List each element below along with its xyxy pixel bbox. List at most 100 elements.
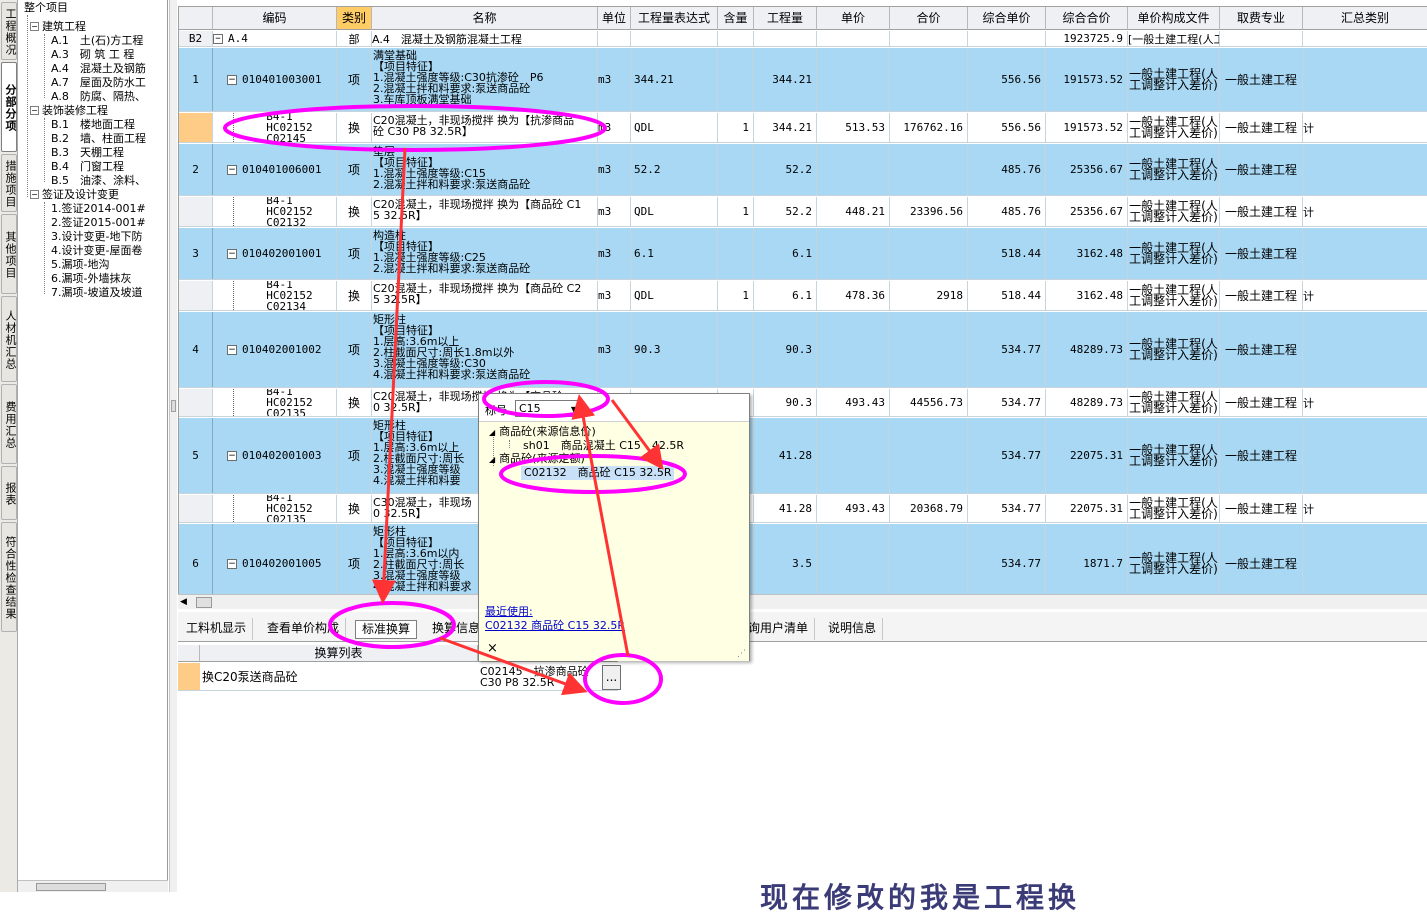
row-header[interactable]: 6 <box>179 524 213 594</box>
file-cell[interactable]: 一般土建工程(人工调整计入差价) <box>1128 113 1220 142</box>
column-header[interactable]: 汇总类别 <box>1303 7 1427 30</box>
table-row[interactable]: 3−010402001001 项构造柱 【项目特征】 1.混凝土强度等级:C25 … <box>179 228 1427 280</box>
content-cell[interactable]: 1 <box>718 113 754 142</box>
recent-item-link[interactable]: C02132 商品砼 C15 32.5R <box>485 617 625 633</box>
name-cell[interactable]: A.4 混凝土及钢筋混凝土工程 <box>372 31 598 46</box>
column-header[interactable]: 综合单价 <box>968 7 1046 30</box>
column-header[interactable]: 编码 <box>213 7 337 30</box>
row-header[interactable] <box>179 197 213 226</box>
category-cell[interactable] <box>1303 144 1427 195</box>
tree-item[interactable]: 2.签证2015-001# <box>51 216 146 230</box>
qty-cell[interactable]: 3.5 <box>754 524 817 594</box>
tree-item[interactable]: 5.漏项-地沟 <box>51 258 109 272</box>
table-row[interactable]: B4-1 HC02152 C02145 换 C20混凝土，非现场搅拌 换为【抗渗商品… <box>179 113 1427 143</box>
file-cell[interactable]: 一般土建工程(人工调整计入差价) <box>1128 418 1220 493</box>
collapse-icon[interactable]: − <box>227 164 237 175</box>
qty-cell[interactable]: 41.28 <box>754 495 817 522</box>
spec-cell[interactable]: 一般土建工程 <box>1220 113 1303 142</box>
column-header[interactable]: 工程量 <box>754 7 817 30</box>
tree-group-quota[interactable]: ◢ 商品砼(来源定额) <box>489 452 585 467</box>
pane-splitter[interactable] <box>169 0 177 892</box>
spec-cell[interactable]: 一般土建工程 <box>1220 495 1303 522</box>
tree-item[interactable]: B.4 门窗工程 <box>51 160 124 174</box>
collapse-icon[interactable]: − <box>30 190 39 199</box>
unit-cell[interactable]: m3 <box>598 228 631 279</box>
expr-cell[interactable]: 6.1 <box>631 228 718 279</box>
file-cell[interactable]: [一般土建工程(人工 <box>1128 31 1220 46</box>
code-cell[interactable]: −010402001002 <box>213 312 337 387</box>
price-cell[interactable] <box>817 228 890 279</box>
expr-cell[interactable]: 52.2 <box>631 144 718 195</box>
tab-fee-summary[interactable]: 费用汇总 <box>1 384 17 464</box>
collapse-icon[interactable]: − <box>227 558 237 569</box>
category-cell[interactable] <box>1303 312 1427 387</box>
code-cell[interactable]: B4-1 HC02152 C02145 <box>213 113 337 142</box>
tab-compliance-check[interactable]: 符合性检查结果 <box>1 522 17 632</box>
tree-group-building[interactable]: − 建筑工程 <box>30 20 86 34</box>
unit-cell[interactable]: m3 <box>598 281 631 310</box>
qty-cell[interactable]: 52.2 <box>754 144 817 195</box>
scroll-thumb[interactable] <box>36 883 106 891</box>
tree-item[interactable]: B.1 楼地面工程 <box>51 118 135 132</box>
table-row[interactable]: 1−010401003001 项满堂基础 【项目特征】 1.混凝土强度等级:C30… <box>179 48 1427 112</box>
name-cell[interactable]: 垫层 【项目特征】 1.混凝土强度等级:C15 2.混凝土拌和料要求:泵送商品砼 <box>372 144 598 195</box>
tab-standard-conversion[interactable]: 标准换算 <box>355 620 418 639</box>
content-cell[interactable] <box>718 312 754 387</box>
expand-triangle-icon[interactable]: ◢ <box>489 455 495 464</box>
price-cell[interactable] <box>817 48 890 111</box>
row-header[interactable] <box>179 113 213 142</box>
collapse-icon[interactable]: − <box>227 450 237 461</box>
category-cell[interactable]: 计 <box>1303 113 1427 142</box>
price-cell[interactable] <box>817 418 890 493</box>
spec-cell[interactable]: 一般土建工程 <box>1220 281 1303 310</box>
dropdown-arrow-icon[interactable]: ▼ <box>571 402 577 417</box>
code-cell[interactable]: −010401006001 <box>213 144 337 195</box>
file-cell[interactable]: 一般土建工程(人工调整计入差价) <box>1128 197 1220 226</box>
tab-description[interactable]: 说明信息 <box>822 618 884 640</box>
category-cell[interactable]: 计 <box>1303 281 1427 310</box>
collapse-icon[interactable]: − <box>227 344 237 355</box>
tree-group-info-price[interactable]: ◢ 商品砼(来源信息价) <box>489 425 596 440</box>
code-cell[interactable]: B4-1 HC02152 C02132 <box>213 197 337 226</box>
ellipsis-button[interactable]: ... <box>602 665 621 690</box>
tab-project-overview[interactable]: 工程概况 <box>1 2 17 60</box>
scroll-thumb[interactable] <box>196 597 212 608</box>
content-cell[interactable] <box>718 228 754 279</box>
material-option[interactable]: sh01 商品混凝土 C15 42.5R <box>523 439 684 453</box>
tree-group-decoration[interactable]: − 装饰装修工程 <box>30 104 108 118</box>
category-cell[interactable] <box>1303 48 1427 111</box>
table-row[interactable]: B4-1 HC02152 C02134 换 C20混凝土，非现场搅拌 换为【商品砼 … <box>179 281 1427 311</box>
table-row[interactable]: B4-1 HC02152 C02132 换 C20混凝土，非现场搅拌 换为【商品砼 … <box>179 197 1427 227</box>
price-cell[interactable] <box>817 144 890 195</box>
tree-item[interactable]: 1.签证2014-001# <box>51 202 146 216</box>
column-header[interactable]: 合价 <box>890 7 968 30</box>
category-cell[interactable]: 计 <box>1303 197 1427 226</box>
tree-item[interactable]: A.8 防腐、隔热、 <box>51 90 146 104</box>
tab-unit-price-structure[interactable]: 查看单价构成 <box>261 618 347 640</box>
table-row[interactable]: 4−010402001002 项矩形柱 【项目特征】 1.层高:3.6m以上 2.… <box>179 312 1427 388</box>
code-cell[interactable]: − A.4 <box>213 31 337 46</box>
expr-cell[interactable]: QDL <box>631 197 718 226</box>
code-cell[interactable]: B4-1 HC02152 C02135 <box>213 495 337 522</box>
category-cell[interactable] <box>1303 524 1427 594</box>
collapse-icon[interactable]: − <box>227 248 237 259</box>
spec-cell[interactable]: 一般土建工程 <box>1220 389 1303 416</box>
content-cell[interactable]: 1 <box>718 197 754 226</box>
tree-root[interactable]: 整个项目 <box>24 1 68 15</box>
scroll-left-icon[interactable]: ◀ <box>180 597 187 607</box>
category-cell[interactable]: 计 <box>1303 495 1427 522</box>
tree-item[interactable]: 4.设计变更-屋面卷 <box>51 244 142 258</box>
column-header[interactable]: 名称 <box>372 7 598 30</box>
tree-item[interactable]: B.2 墙、柱面工程 <box>51 132 146 146</box>
table-row[interactable]: B4-1 HC02152 C02135换C30混凝土，非现场 0 32.5R】1… <box>179 495 1427 523</box>
spec-cell[interactable]: 一般土建工程 <box>1220 312 1303 387</box>
price-cell[interactable]: 493.43 <box>817 495 890 522</box>
price-cell[interactable]: 448.21 <box>817 197 890 226</box>
category-cell[interactable]: 计 <box>1303 389 1427 416</box>
row-header[interactable]: 2 <box>179 144 213 195</box>
tree-group-changes[interactable]: − 签证及设计变更 <box>30 188 119 202</box>
name-cell[interactable]: C20混凝土，非现场搅拌 换为【商品砼 C2 5 32.5R】 <box>372 281 598 310</box>
tab-items[interactable]: 分部分项 <box>1 62 17 152</box>
unit-cell[interactable]: m3 <box>598 312 631 387</box>
file-cell[interactable]: 一般土建工程(人工调整计入差价) <box>1128 312 1220 387</box>
